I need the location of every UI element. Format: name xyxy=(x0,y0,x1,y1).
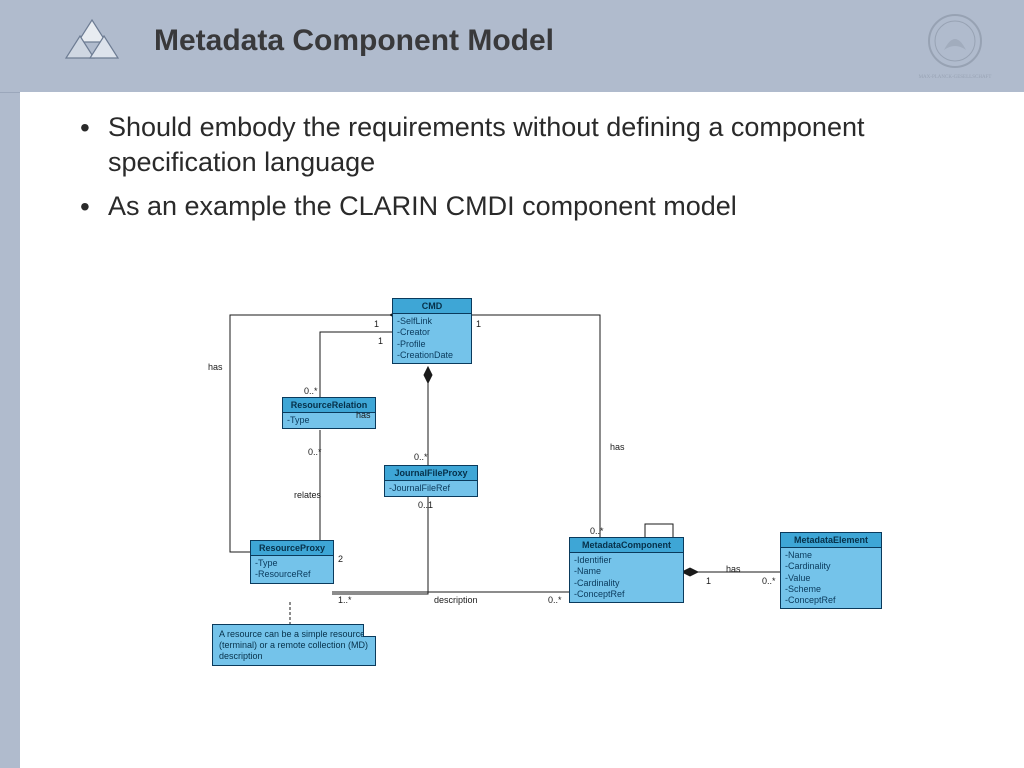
uml-attr: Name xyxy=(785,550,877,561)
uml-attr: SelfLink xyxy=(397,316,467,327)
edge-label: has xyxy=(610,442,625,452)
multiplicity: 0..* xyxy=(304,386,318,396)
uml-class-cmd: CMD SelfLink Creator Profile CreationDat… xyxy=(392,298,472,364)
edge-label: description xyxy=(434,595,478,605)
multiplicity: 0..1 xyxy=(418,500,433,510)
slide-left-bar xyxy=(0,0,20,768)
multiplicity: 1 xyxy=(378,336,383,346)
page-title: Metadata Component Model xyxy=(154,24,554,58)
bullet-list: Should embody the requirements without d… xyxy=(80,110,984,224)
multiplicity: 0..* xyxy=(548,595,562,605)
multiplicity: 1 xyxy=(706,576,711,586)
uml-class-title: MetadataElement xyxy=(781,533,881,548)
multiplicity: 1..* xyxy=(338,595,352,605)
multiplicity: 0..* xyxy=(590,526,604,536)
uml-attr: ResourceRef xyxy=(255,569,329,580)
slide-body: Should embody the requirements without d… xyxy=(20,92,1024,768)
note-text: A resource can be a simple resource (ter… xyxy=(219,629,368,661)
uml-attr: Cardinality xyxy=(574,578,679,589)
list-item: As an example the CLARIN CMDI component … xyxy=(80,189,984,224)
uml-attr: Scheme xyxy=(785,584,877,595)
uml-attr: Identifier xyxy=(574,555,679,566)
uml-class-title: MetadataComponent xyxy=(570,538,683,553)
uml-attr: Value xyxy=(785,573,877,584)
edge-label: has xyxy=(356,410,371,420)
edge-label: has xyxy=(208,362,223,372)
slide-header: Metadata Component Model MAX-PLANCK-GESE… xyxy=(0,0,1024,93)
uml-class-journalfileproxy: JournalFileProxy JournalFileRef xyxy=(384,465,478,497)
uml-attr: Type xyxy=(255,558,329,569)
uml-note: A resource can be a simple resource (ter… xyxy=(212,624,376,666)
uml-class-metadatacomponent: MetadataComponent Identifier Name Cardin… xyxy=(569,537,684,603)
uml-class-title: JournalFileProxy xyxy=(385,466,477,481)
edge-label: has xyxy=(726,564,741,574)
uml-class-title: CMD xyxy=(393,299,471,314)
uml-attr: Profile xyxy=(397,339,467,350)
list-item: Should embody the requirements without d… xyxy=(80,110,984,179)
multiplicity: 1 xyxy=(374,319,379,329)
uml-attr: Name xyxy=(574,566,679,577)
uml-diagram: CMD SelfLink Creator Profile CreationDat… xyxy=(170,292,950,692)
multiplicity: 2 xyxy=(338,554,343,564)
multiplicity: 0..* xyxy=(762,576,776,586)
uml-class-title: ResourceProxy xyxy=(251,541,333,556)
uml-attr: JournalFileRef xyxy=(389,483,473,494)
multiplicity: 0..* xyxy=(308,447,322,457)
uml-attr: Creator xyxy=(397,327,467,338)
triangles-icon xyxy=(62,14,122,74)
uml-class-resourceproxy: ResourceProxy Type ResourceRef xyxy=(250,540,334,584)
svg-text:MAX-PLANCK-GESELLSCHAFT: MAX-PLANCK-GESELLSCHAFT xyxy=(919,75,992,80)
multiplicity: 1 xyxy=(476,319,481,329)
max-planck-emblem-icon: MAX-PLANCK-GESELLSCHAFT xyxy=(916,8,994,86)
uml-class-metadataelement: MetadataElement Name Cardinality Value S… xyxy=(780,532,882,609)
uml-attr: ConceptRef xyxy=(785,595,877,606)
note-fold-icon xyxy=(363,624,376,637)
uml-attr: CreationDate xyxy=(397,350,467,361)
uml-attr: ConceptRef xyxy=(574,589,679,600)
multiplicity: 0..* xyxy=(414,452,428,462)
uml-attr: Cardinality xyxy=(785,561,877,572)
edge-label: relates xyxy=(294,490,321,500)
